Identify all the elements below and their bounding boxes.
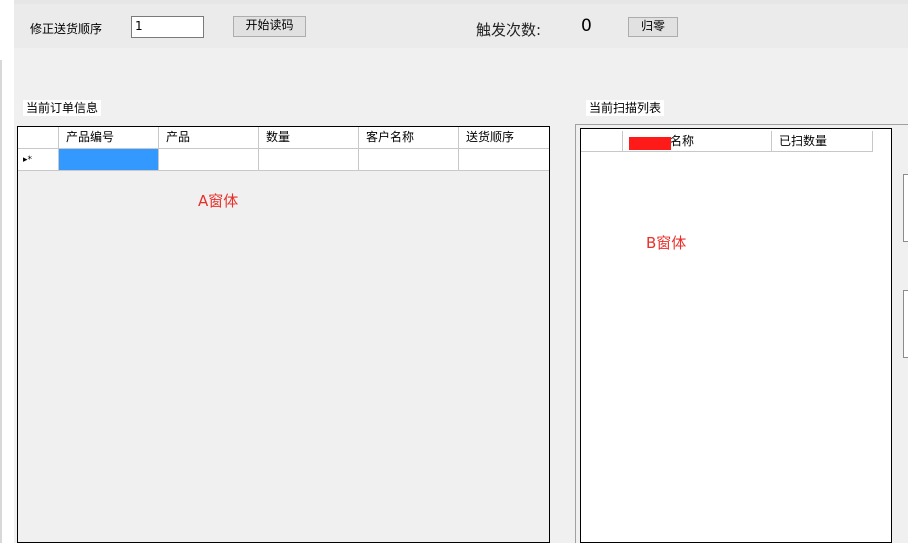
fix-order-label: 修正送货顺序 [30,22,103,36]
column-header-product[interactable]: 产品 [159,127,259,148]
scan-list: 名称 已扫数量 [580,128,892,543]
column-header-customer-name[interactable]: 客户名称 [359,127,459,148]
side-control-bottom[interactable] [903,290,908,358]
column-header-scanned-qty[interactable]: 已扫数量 [772,131,873,152]
fix-order-input[interactable]: 1 [131,16,204,38]
left-edge [0,0,14,543]
left-edge-line [0,60,2,543]
trigger-count-label: 触发次数: [476,21,542,39]
column-header-product-code[interactable]: 产品编号 [59,127,159,148]
main-window: 修正送货顺序 1 开始读码 触发次数: 0 归零 当前订单信息 产品编号 产品 … [0,0,908,543]
order-panel-title: 当前订单信息 [23,100,102,116]
cell-customer-name[interactable] [359,149,459,171]
redaction-mark [629,137,671,150]
scan-panel-title: 当前扫描列表 [586,100,665,116]
cell-quantity[interactable] [259,149,359,171]
cell-product-code-selected[interactable] [59,149,159,171]
trigger-count-value: 0 [581,16,592,36]
order-grid: 产品编号 产品 数量 客户名称 送货顺序 ▸* [17,126,550,543]
start-read-button[interactable]: 开始读码 [233,16,306,37]
scan-row-header-corner [581,131,623,152]
scan-header-filler [873,131,891,152]
side-control-top[interactable] [903,174,908,242]
cell-product[interactable] [159,149,259,171]
annotation-a-window: A窗体 [198,192,239,210]
row-header-corner [18,127,59,148]
cell-delivery-order[interactable] [459,149,549,171]
column-header-quantity[interactable]: 数量 [259,127,359,148]
reset-button[interactable]: 归零 [628,17,678,37]
new-row-marker[interactable]: ▸* [18,149,59,171]
annotation-b-window: B窗体 [646,234,687,252]
column-header-delivery-order[interactable]: 送货顺序 [459,127,549,148]
